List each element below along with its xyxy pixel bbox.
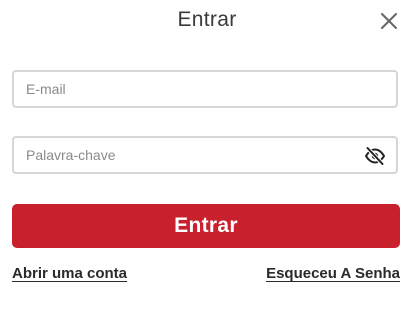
forgot-password-link[interactable]: Esqueceu A Senha — [266, 265, 400, 282]
password-field[interactable] — [14, 138, 356, 172]
submit-button[interactable]: Entrar — [12, 204, 400, 248]
email-field[interactable] — [14, 72, 356, 106]
eye-slash-icon — [365, 146, 385, 166]
register-link[interactable]: Abrir uma conta — [12, 265, 127, 282]
password-field-container — [12, 136, 398, 174]
email-field-container — [12, 70, 398, 108]
dialog-title: Entrar — [177, 8, 237, 31]
close-button[interactable] — [378, 10, 400, 32]
password-visibility-toggle[interactable] — [364, 146, 386, 166]
login-dialog: Entrar Entrar Abrir uma conta Esqueceu A… — [0, 0, 414, 332]
close-icon — [381, 13, 397, 29]
